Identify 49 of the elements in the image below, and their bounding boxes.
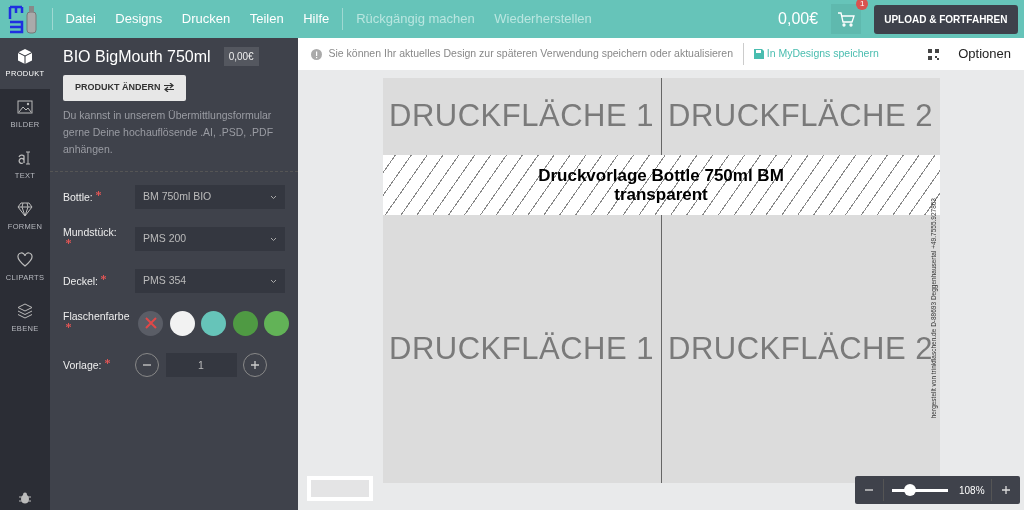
field-label: Deckel:	[63, 274, 98, 287]
print-area-label: DRUCKFLÄCHE 1	[389, 97, 654, 136]
cube-icon	[17, 48, 33, 65]
field-label: Mundstück:	[63, 226, 117, 238]
print-area-label: DRUCKFLÄCHE 1	[389, 329, 654, 368]
price-tag: 0,00€	[223, 47, 259, 66]
cart-total: 0,00€	[778, 9, 819, 29]
qr-code-icon[interactable]	[927, 48, 939, 60]
cart-icon	[837, 11, 856, 27]
chevron-icon	[270, 236, 277, 242]
upload-button[interactable]: UPLOAD & FORTFAHREN	[874, 4, 1018, 34]
field-label: Vorlage:	[63, 358, 102, 371]
dropdown-field[interactable]: BM 750ml BIO	[135, 185, 285, 209]
field-label: Flaschenfarbe	[63, 310, 130, 322]
change-product-button[interactable]: PRODUKT ÄNDERN	[63, 75, 186, 101]
chevron-icon	[270, 278, 277, 284]
info-message: Sie können Ihr aktuelles Design zur späteren Verwendung speichern oder aktualisieren	[328, 46, 733, 62]
cross-icon	[143, 316, 158, 330]
slider-thumb[interactable]	[904, 483, 917, 496]
template-title: Druckvorlage Bottle 750ml BM transparent	[538, 166, 784, 204]
chevron-icon	[270, 194, 277, 200]
color-swatch[interactable]	[232, 310, 258, 336]
plus-icon	[250, 360, 260, 370]
print-area-label: DRUCKFLÄCHE 2	[668, 97, 933, 136]
color-swatch[interactable]	[264, 310, 290, 336]
dropdown-field[interactable]: PMS 200	[135, 227, 285, 251]
zoom-percentage: 108%	[959, 483, 985, 498]
info-icon	[311, 48, 322, 60]
navigator-thumbnail[interactable]	[307, 476, 373, 501]
color-swatch[interactable]	[201, 310, 227, 336]
color-swatch[interactable]	[169, 310, 195, 336]
field-label: Bottle:	[63, 190, 93, 203]
logo-drawing	[6, 4, 39, 34]
notification-badge: 1	[856, 0, 869, 10]
diamond-icon	[17, 201, 33, 218]
heart-icon	[17, 252, 33, 269]
no-color-swatch[interactable]	[138, 310, 164, 336]
swap-icon	[163, 83, 174, 93]
cart-button[interactable]	[831, 4, 862, 34]
product-description: Du kannst in unserem Übermittlungsformular gerne Deine hochauflösende .AI, .PSD, .PDF anhängen.	[63, 108, 275, 157]
bug-icon[interactable]	[19, 491, 31, 504]
options-button[interactable]: Optionen	[958, 44, 1011, 64]
dropdown-field[interactable]: PMS 354	[135, 269, 285, 293]
product-title: BIO BigMouth 750ml	[63, 46, 211, 67]
layers-icon	[17, 303, 33, 320]
text-icon	[17, 150, 33, 167]
quantity-field[interactable]: 1	[165, 353, 237, 377]
plus-icon	[1001, 485, 1012, 495]
image-icon	[17, 99, 33, 116]
